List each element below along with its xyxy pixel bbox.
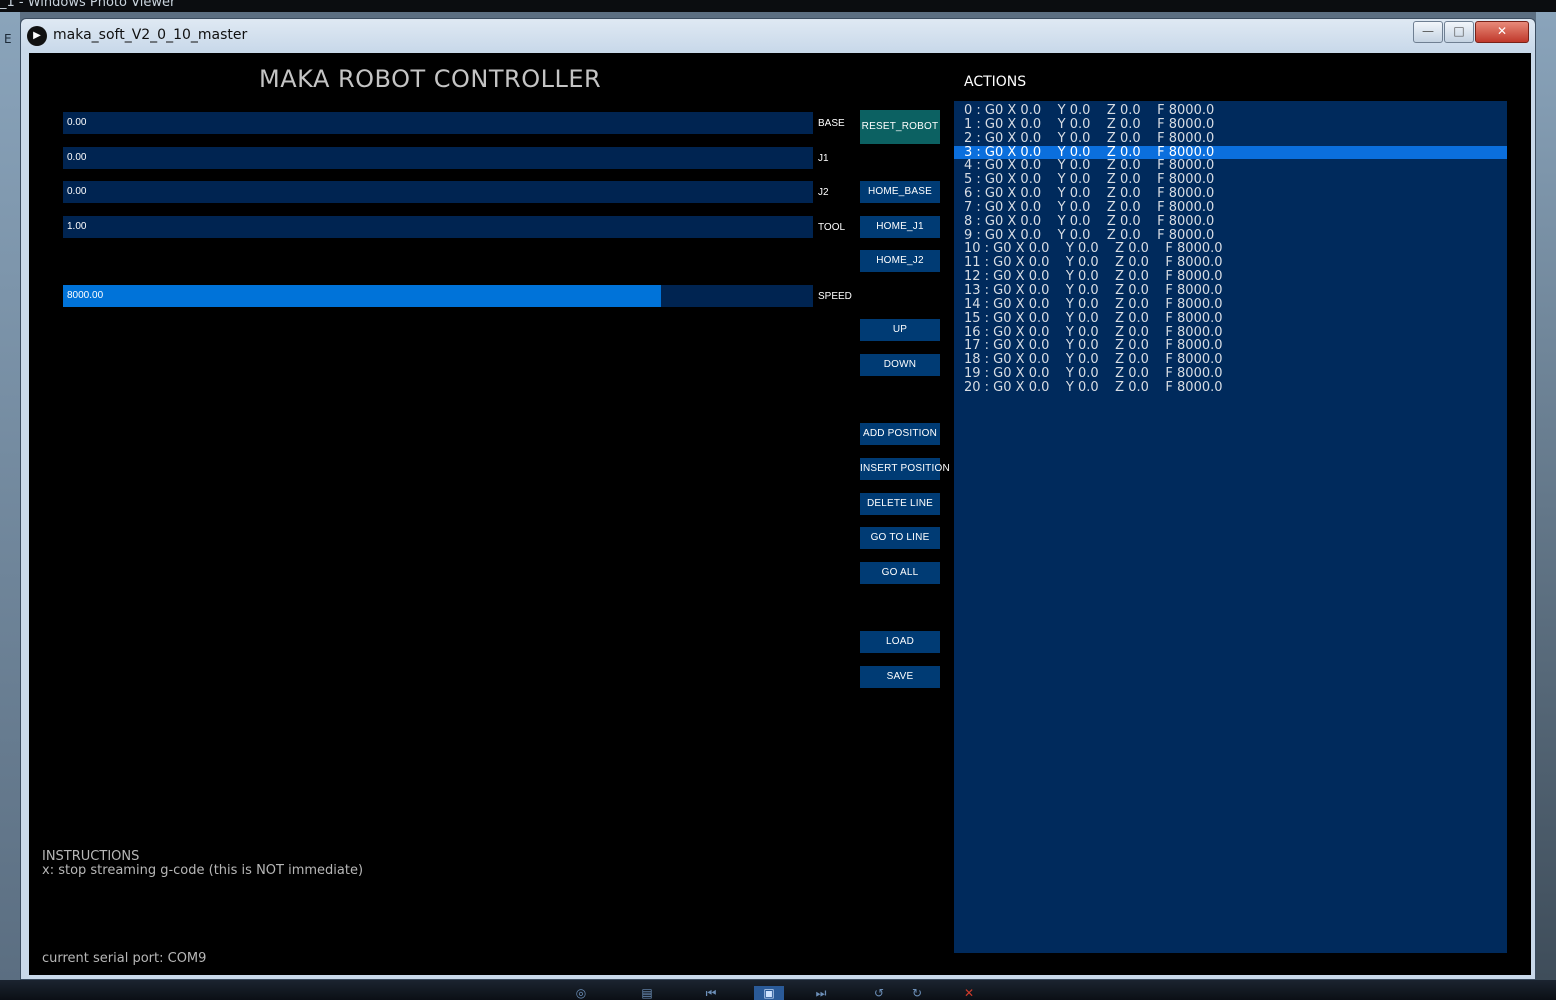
go-all-button[interactable]: GO ALL [860, 562, 940, 584]
search-icon[interactable]: ◎ [570, 986, 592, 1000]
reset-robot-button[interactable]: RESET_ROBOT [860, 110, 940, 144]
speed-slider-fill [63, 285, 661, 307]
action-row[interactable]: 9 : G0 X 0.0 Y 0.0 Z 0.0 F 8000.0 [954, 228, 1507, 243]
action-row[interactable]: 10 : G0 X 0.0 Y 0.0 Z 0.0 F 8000.0 [954, 242, 1507, 256]
action-row[interactable]: 19 : G0 X 0.0 Y 0.0 Z 0.0 F 8000.0 [954, 367, 1507, 381]
j2-slider-label: J2 [818, 187, 829, 198]
action-row[interactable]: 0 : G0 X 0.0 Y 0.0 Z 0.0 F 8000.0 [954, 104, 1507, 118]
action-row[interactable]: 11 : G0 X 0.0 Y 0.0 Z 0.0 F 8000.0 [954, 256, 1507, 270]
next-icon[interactable]: ⏭ [810, 986, 832, 1000]
minimize-button[interactable]: — [1413, 21, 1443, 43]
down-button[interactable]: DOWN [860, 354, 940, 376]
j1-slider-value: 0.00 [67, 152, 87, 163]
add-position-button[interactable]: ADD POSITION [860, 423, 940, 445]
photo-viewer-left-edge: E [0, 12, 20, 1000]
insert-position-button[interactable]: INSERT POSITION [860, 458, 950, 480]
action-row[interactable]: 2 : G0 X 0.0 Y 0.0 Z 0.0 F 8000.0 [954, 131, 1507, 146]
photo-viewer-titlebar: _1 - Windows Photo Viewer [0, 0, 1556, 12]
up-button[interactable]: UP [860, 319, 940, 341]
tool-slider-label: TOOL [818, 222, 846, 233]
action-row[interactable]: 3 : G0 X 0.0 Y 0.0 Z 0.0 F 8000.0 [954, 145, 1507, 160]
actions-list-rows: 0 : G0 X 0.0 Y 0.0 Z 0.0 F 8000.0 1 : G0 … [954, 101, 1507, 395]
action-row[interactable]: 7 : G0 X 0.0 Y 0.0 Z 0.0 F 8000.0 [954, 201, 1507, 215]
action-row[interactable]: 20 : G0 X 0.0 Y 0.0 Z 0.0 F 8000.0 [954, 381, 1507, 395]
photo-viewer-right-edge [1536, 12, 1556, 1000]
photo-viewer-toolbar: ◎ ▤ ⏮ ▣ ⏭ ↺ ↻ ✕ [0, 980, 1556, 1000]
action-row[interactable]: 17 : G0 X 0.0 Y 0.0 Z 0.0 F 8000.0 [954, 339, 1507, 353]
controller-canvas: MAKA ROBOT CONTROLLER 0.00 BASE 0.00 J1 … [29, 53, 1531, 975]
delete-line-button[interactable]: DELETE LINE [860, 493, 940, 515]
speed-slider[interactable]: 8000.00 [63, 285, 813, 307]
speed-slider-value: 8000.00 [67, 290, 104, 301]
action-row[interactable]: 12 : G0 X 0.0 Y 0.0 Z 0.0 F 8000.0 [954, 270, 1507, 284]
app-window: ▶ maka_soft_V2_0_10_master — □ ✕ MAKA RO… [20, 18, 1536, 980]
base-slider-value: 0.00 [67, 117, 87, 128]
home-base-button[interactable]: HOME_BASE [860, 181, 940, 203]
delete-icon[interactable]: ✕ [958, 986, 980, 1000]
window-title: maka_soft_V2_0_10_master [53, 27, 248, 43]
action-row[interactable]: 14 : G0 X 0.0 Y 0.0 Z 0.0 F 8000.0 [954, 297, 1507, 312]
base-slider-label: BASE [818, 118, 845, 129]
photo-viewer-left-label: E [4, 32, 12, 46]
tool-slider[interactable]: 1.00 [63, 216, 813, 238]
rotate-left-icon[interactable]: ↺ [868, 986, 890, 1000]
load-button[interactable]: LOAD [860, 631, 940, 653]
rotate-right-icon[interactable]: ↻ [906, 986, 928, 1000]
app-icon: ▶ [27, 26, 47, 46]
base-slider[interactable]: 0.00 [63, 112, 813, 134]
j2-slider-value: 0.00 [67, 186, 87, 197]
action-row[interactable]: 1 : G0 X 0.0 Y 0.0 Z 0.0 F 8000.0 [954, 117, 1507, 132]
action-row[interactable]: 5 : G0 X 0.0 Y 0.0 Z 0.0 F 8000.0 [954, 173, 1507, 187]
action-row[interactable]: 8 : G0 X 0.0 Y 0.0 Z 0.0 F 8000.0 [954, 214, 1507, 229]
print-icon[interactable]: ▤ [636, 986, 658, 1000]
j1-slider-label: J1 [818, 153, 829, 164]
action-row[interactable]: 6 : G0 X 0.0 Y 0.0 Z 0.0 F 8000.0 [954, 187, 1507, 201]
actions-title: ACTIONS [964, 74, 1027, 90]
save-button[interactable]: SAVE [860, 666, 940, 688]
close-button[interactable]: ✕ [1475, 21, 1529, 43]
action-row[interactable]: 15 : G0 X 0.0 Y 0.0 Z 0.0 F 8000.0 [954, 311, 1507, 326]
tool-slider-value: 1.00 [67, 221, 87, 232]
instructions-line: x: stop streaming g-code (this is NOT im… [42, 863, 364, 878]
slideshow-icon[interactable]: ▣ [754, 986, 784, 1000]
action-row[interactable]: 16 : G0 X 0.0 Y 0.0 Z 0.0 F 8000.0 [954, 325, 1507, 340]
serial-port-status: current serial port: COM9 [42, 951, 207, 966]
prev-icon[interactable]: ⏮ [700, 986, 722, 1000]
go-to-line-button[interactable]: GO TO LINE [860, 527, 940, 549]
home-j2-button[interactable]: HOME_J2 [860, 250, 940, 272]
home-j1-button[interactable]: HOME_J1 [860, 216, 940, 238]
j2-slider[interactable]: 0.00 [63, 181, 813, 203]
action-row[interactable]: 13 : G0 X 0.0 Y 0.0 Z 0.0 F 8000.0 [954, 284, 1507, 298]
j1-slider[interactable]: 0.00 [63, 147, 813, 169]
maximize-button[interactable]: □ [1444, 21, 1474, 43]
speed-slider-label: SPEED [818, 291, 852, 302]
action-row[interactable]: 4 : G0 X 0.0 Y 0.0 Z 0.0 F 8000.0 [954, 159, 1507, 173]
photo-viewer-title: _1 - Windows Photo Viewer [0, 0, 176, 10]
action-row[interactable]: 18 : G0 X 0.0 Y 0.0 Z 0.0 F 8000.0 [954, 353, 1507, 367]
instructions-heading: INSTRUCTIONS [42, 849, 140, 864]
app-title: MAKA ROBOT CONTROLLER [259, 65, 602, 93]
actions-list[interactable]: 0 : G0 X 0.0 Y 0.0 Z 0.0 F 8000.0 1 : G0 … [954, 101, 1507, 953]
